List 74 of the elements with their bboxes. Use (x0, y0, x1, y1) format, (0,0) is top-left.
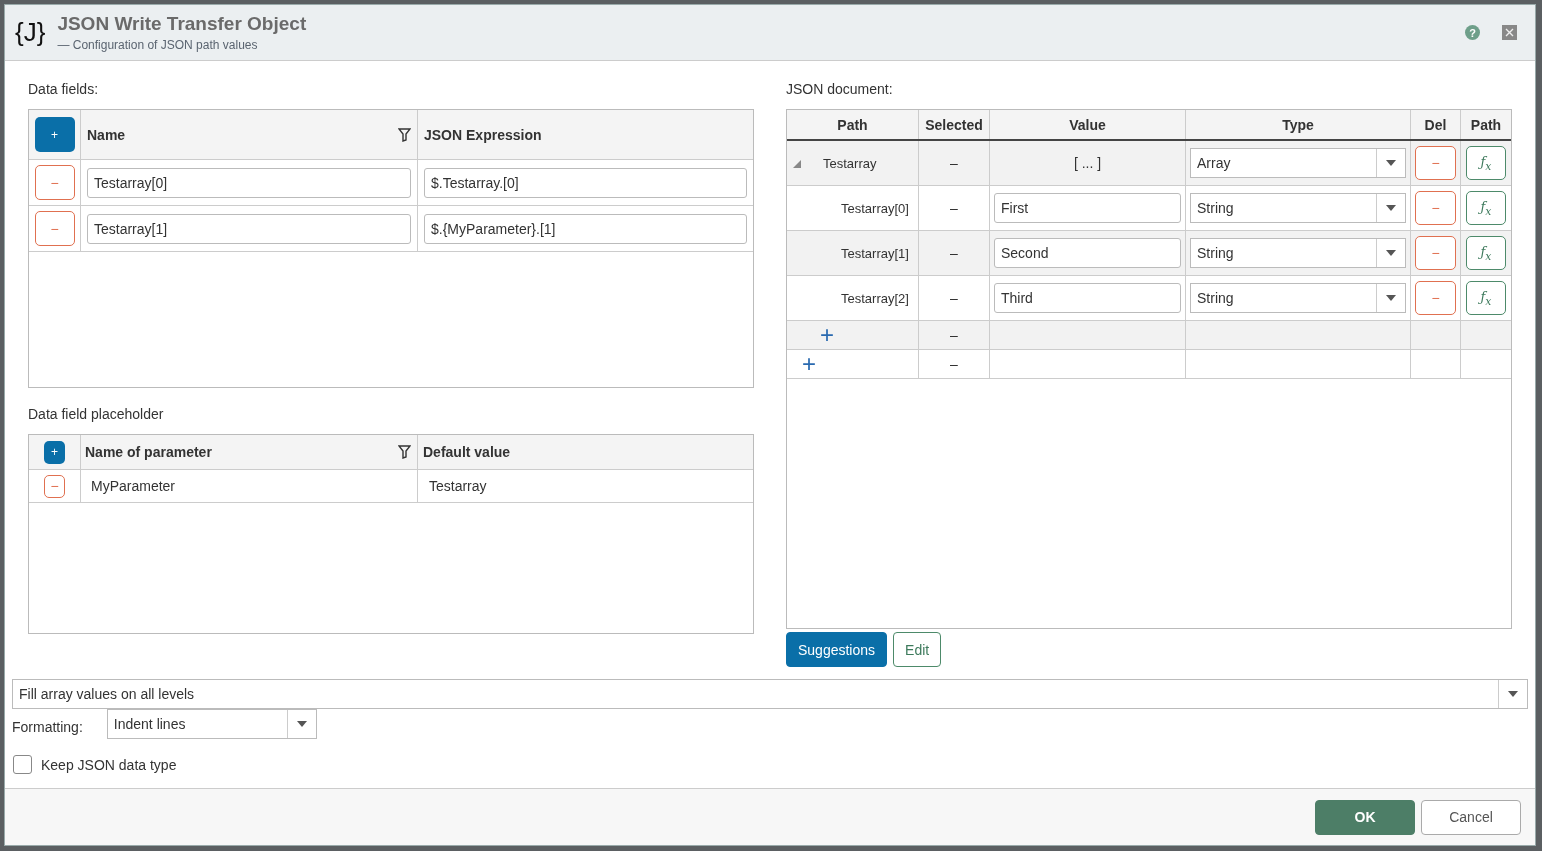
path-text: Testarray[0] (841, 200, 909, 216)
column-header: Path (837, 116, 868, 133)
selected-text: – (950, 356, 958, 372)
section-label: JSON document: (786, 81, 894, 99)
name-field[interactable]: Testarray[1] (87, 213, 411, 244)
fill-mode-dropdown[interactable]: Fill array values on all levels (12, 679, 1528, 709)
section-label: Data field placeholder (28, 406, 165, 424)
path-text: Testarray (823, 155, 877, 171)
json-logo: {J} (15, 17, 46, 48)
type-dropdown[interactable]: Array (1190, 148, 1406, 178)
filter-icon[interactable] (398, 445, 411, 459)
path-text: Testarray[2] (841, 290, 909, 306)
column-header: JSON Expression (424, 126, 542, 143)
section-label: Data fields: (28, 81, 100, 99)
selected-text: – (950, 245, 958, 261)
add-node-button[interactable]: + (820, 323, 834, 347)
expression-field[interactable]: $.Testarray.[0] (424, 167, 747, 198)
value-field[interactable]: Third (994, 283, 1181, 313)
type-dropdown[interactable]: String (1190, 283, 1406, 313)
caret-icon (296, 721, 307, 727)
filter-icon[interactable] (398, 127, 411, 142)
table-cell: Testarray (429, 478, 487, 494)
ok-button[interactable]: OK (1315, 799, 1415, 835)
dialog-subtitle: — Configuration of JSON path values (57, 38, 259, 52)
column-header: Value (1069, 116, 1106, 133)
type-dropdown[interactable]: String (1190, 193, 1406, 223)
remove-button[interactable]: − (44, 474, 65, 498)
selected-text: – (950, 290, 958, 306)
selected-text: – (950, 155, 958, 171)
column-header: Name of parameter (85, 444, 212, 460)
caret-icon (1386, 250, 1396, 256)
help-button[interactable]: ? (1465, 25, 1480, 40)
formatting-label: Formatting: (12, 719, 83, 735)
caret-icon (1508, 691, 1518, 697)
path-text: Testarray[1] (841, 245, 909, 261)
dialog-title: JSON Write Transfer Object (57, 13, 308, 35)
value-field[interactable]: Second (994, 238, 1181, 268)
column-header: Path (1470, 116, 1502, 133)
checkbox-label: Keep JSON data type (41, 756, 177, 773)
column-header: Default value (423, 444, 511, 460)
caret-icon (1386, 160, 1396, 166)
type-dropdown[interactable]: String (1190, 238, 1406, 268)
value-text: [ ... ] (1073, 155, 1102, 171)
function-button[interactable]: ƒ$_{x}$ (1466, 146, 1506, 180)
value-field[interactable]: First (994, 193, 1181, 223)
column-header: Selected (925, 116, 983, 133)
selected-text: – (950, 200, 958, 216)
delete-button[interactable]: − (1415, 146, 1456, 180)
remove-button[interactable]: − (34, 211, 75, 246)
function-button[interactable]: ƒ$_{x}$ (1466, 191, 1506, 225)
expression-field[interactable]: $.{MyParameter}.[1] (424, 213, 747, 244)
add-button[interactable]: + (44, 440, 65, 464)
close-button[interactable] (1502, 25, 1517, 40)
checkbox[interactable] (13, 755, 32, 774)
secondary-button[interactable]: Edit (893, 632, 942, 667)
delete-button[interactable]: − (1415, 281, 1456, 315)
table-cell: MyParameter (91, 478, 176, 494)
formatting-dropdown[interactable]: Indent lines (106, 709, 317, 739)
delete-button[interactable]: − (1415, 236, 1456, 270)
column-header: Del (1424, 116, 1447, 133)
primary-button[interactable]: Suggestions (786, 632, 888, 667)
function-button[interactable]: ƒ$_{x}$ (1466, 236, 1506, 270)
name-field[interactable]: Testarray[0] (87, 167, 411, 198)
delete-button[interactable]: − (1415, 191, 1456, 225)
caret-icon (1386, 295, 1396, 301)
add-button[interactable]: + (34, 117, 75, 152)
column-header: Name (87, 126, 126, 143)
remove-button[interactable]: − (34, 165, 75, 200)
selected-text: – (950, 327, 958, 343)
cancel-button[interactable]: Cancel (1421, 799, 1521, 835)
column-header: Type (1282, 116, 1314, 133)
add-node-button[interactable]: + (802, 352, 816, 376)
caret-icon (1386, 205, 1396, 211)
function-button[interactable]: ƒ$_{x}$ (1466, 281, 1506, 315)
